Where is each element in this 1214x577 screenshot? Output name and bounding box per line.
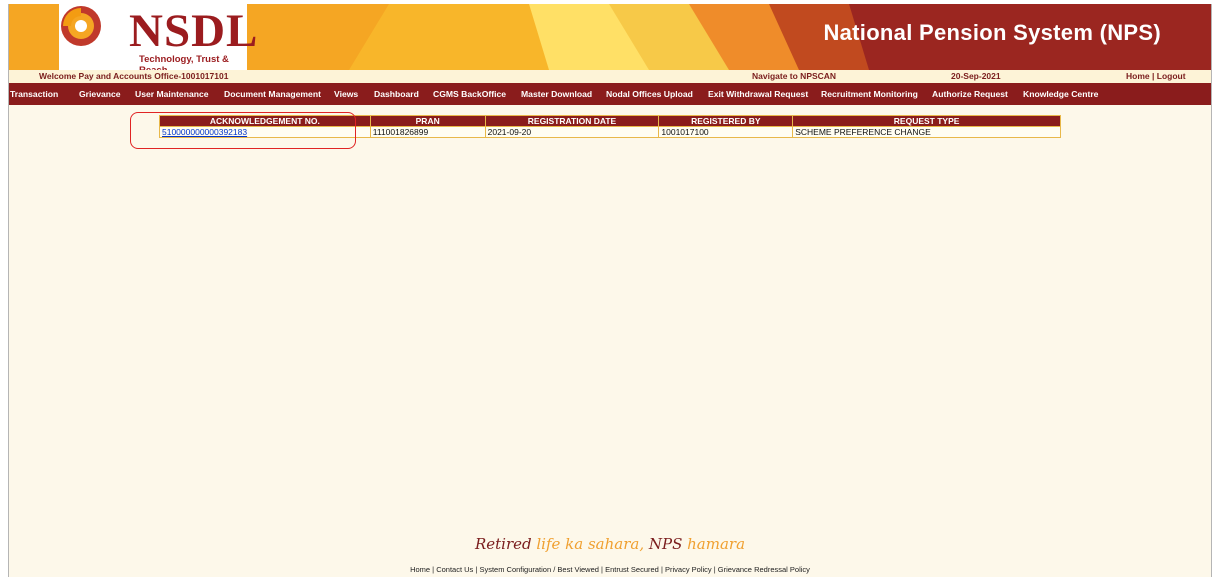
column-header-request-type: REQUEST TYPE <box>792 115 1061 127</box>
registration-date-cell: 2021-09-20 <box>484 126 660 138</box>
main-menu: Transaction Grievance User Maintenance D… <box>9 83 1211 105</box>
pran-cell: 111001826899 <box>369 126 486 138</box>
system-title: National Pension System (NPS) <box>823 20 1161 45</box>
menu-item-views[interactable]: Views <box>334 83 358 105</box>
slogan-part-1: Retired <box>474 535 537 553</box>
welcome-text: Welcome Pay and Accounts Office-10010171… <box>39 71 229 81</box>
menu-item-document-management[interactable]: Document Management <box>224 83 321 105</box>
registered-by-cell: 1001017100 <box>658 126 794 138</box>
highlight-annotation <box>130 112 356 149</box>
request-type-cell: SCHEME PREFERENCE CHANGE <box>792 126 1061 138</box>
info-bar: Welcome Pay and Accounts Office-10010171… <box>9 70 1211 83</box>
menu-item-authorize-request[interactable]: Authorize Request <box>932 83 1008 105</box>
column-header-registration-date: REGISTRATION DATE <box>484 115 660 127</box>
footer-link-system-configuration[interactable]: System Configuration / Best Viewed <box>479 565 599 574</box>
logo-text: NSDL <box>129 5 259 57</box>
footer-link-contact-us[interactable]: Contact Us <box>436 565 473 574</box>
nsdl-logo[interactable]: NSDL Technology, Trust & Reach <box>59 4 257 70</box>
header-banner: NSDL Technology, Trust & Reach National … <box>9 4 1211 70</box>
slogan-part-4: hamara <box>687 535 746 553</box>
footer-link-privacy-policy[interactable]: Privacy Policy <box>665 565 712 574</box>
footer-link-home[interactable]: Home <box>410 565 430 574</box>
nsdl-emblem-icon <box>61 6 101 46</box>
footer-link-grievance-redressal[interactable]: Grievance Redressal Policy <box>718 565 810 574</box>
current-date: 20-Sep-2021 <box>951 71 1001 81</box>
logo-tagline: Technology, Trust & Reach <box>139 54 229 70</box>
footer-link-entrust-secured[interactable]: Entrust Secured <box>605 565 659 574</box>
menu-item-knowledge-centre[interactable]: Knowledge Centre <box>1023 83 1098 105</box>
slogan: Retired life ka sahara, NPS hamara <box>9 535 1211 553</box>
home-logout-links: Home | Logout <box>1126 70 1186 83</box>
footer-links: Home | Contact Us | System Configuration… <box>9 565 1211 574</box>
column-header-registered-by: REGISTERED BY <box>658 115 794 127</box>
menu-item-recruitment-monitoring[interactable]: Recruitment Monitoring <box>821 83 918 105</box>
menu-item-user-maintenance[interactable]: User Maintenance <box>135 83 209 105</box>
menu-item-grievance[interactable]: Grievance <box>79 83 121 105</box>
menu-item-master-download[interactable]: Master Download <box>521 83 592 105</box>
navigate-link[interactable]: Navigate to NPSCAN <box>752 70 836 83</box>
page-frame: NSDL Technology, Trust & Reach National … <box>8 4 1212 577</box>
slogan-part-2: life ka sahara, <box>536 535 649 553</box>
column-header-pran: PRAN <box>369 115 486 127</box>
menu-item-dashboard[interactable]: Dashboard <box>374 83 419 105</box>
slogan-part-3: NPS <box>648 535 688 553</box>
menu-item-transaction[interactable]: Transaction <box>10 83 58 105</box>
logout-link[interactable]: Logout <box>1157 71 1186 81</box>
menu-item-exit-withdrawal-request[interactable]: Exit Withdrawal Request <box>708 83 808 105</box>
link-separator: | <box>1152 71 1155 81</box>
home-link[interactable]: Home <box>1126 71 1150 81</box>
menu-item-nodal-offices-upload[interactable]: Nodal Offices Upload <box>606 83 693 105</box>
menu-item-cgms-backoffice[interactable]: CGMS BackOffice <box>433 83 506 105</box>
